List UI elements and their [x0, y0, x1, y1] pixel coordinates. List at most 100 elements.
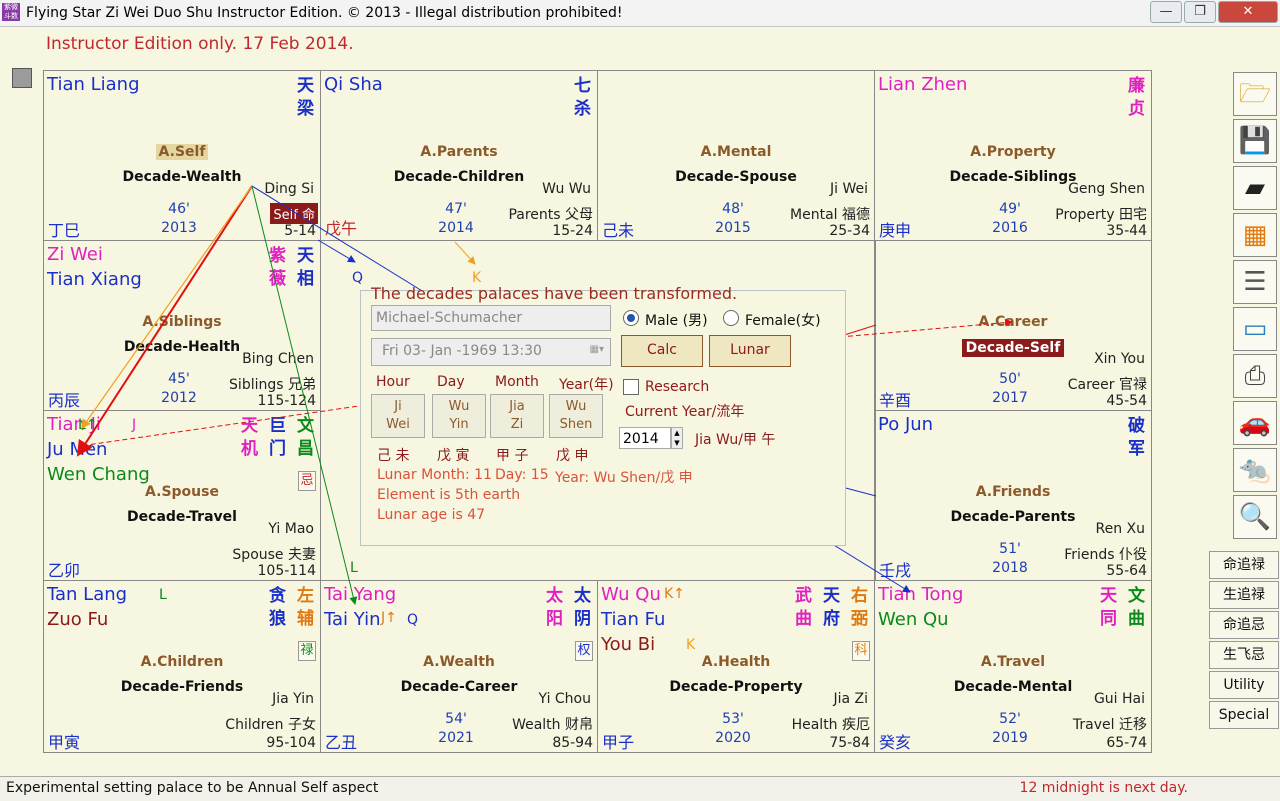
palace-shen[interactable]: Lian Zhen 廉贞 A.Property Decade-Siblings Geng…	[874, 70, 1152, 241]
element-info: Element is 5th earth	[377, 487, 521, 503]
side-button[interactable]: 命追忌	[1209, 611, 1279, 639]
transform-annotation: K↑	[664, 586, 685, 602]
research-checkbox[interactable]	[623, 379, 639, 395]
chart-toggle-button[interactable]	[12, 68, 32, 88]
decade-year: 2014	[438, 220, 474, 236]
palace-branch: 丁巳	[48, 221, 81, 240]
palace-branch: 丙辰	[48, 391, 81, 410]
transform-annotation: J	[132, 417, 137, 433]
side-button[interactable]: 生追禄	[1209, 581, 1279, 609]
transform-annotation: K	[686, 637, 696, 653]
star-chinese: 七杀	[574, 76, 591, 119]
star-name: Qi Sha	[324, 74, 383, 95]
palace-wei[interactable]: A.Mental Decade-Spouse Ji Wei Mental 福德 48' 2…	[597, 70, 875, 241]
decade-year: 2015	[715, 220, 751, 236]
palace-si[interactable]: Tian Liang 天梁 A.Self Decade-Wealth Ding Si 46…	[43, 70, 321, 241]
side-button[interactable]: 命追禄	[1209, 551, 1279, 579]
day-pillar-box: Wu Yin	[432, 394, 486, 438]
star-chinese: 右弼	[851, 586, 868, 629]
palace-yin[interactable]: Tan Lang Zuo Fu 贪狼 左辅 A.Children Decade-Frien…	[43, 580, 321, 753]
star-name: Lian Zhen	[878, 74, 968, 95]
palace-zi[interactable]: Wu Qu Tian Fu You Bi 武曲 天府 右弼 A.Health Decade-P…	[597, 580, 875, 753]
red-car-button[interactable]: 🚗	[1233, 401, 1277, 445]
floppy-disk-button[interactable]: 💾	[1233, 119, 1277, 163]
palace-branch: 癸亥	[879, 733, 912, 752]
eraser-button[interactable]: ▰	[1233, 166, 1277, 210]
current-year-input[interactable]: 2014	[619, 427, 671, 449]
decade-label: Decade-Mental	[953, 679, 1073, 695]
palace-chou[interactable]: Tai Yang Tai Yin 太阳 太阴 A.Wealth Decade-Career…	[320, 580, 598, 753]
palace-name: Siblings 兄弟	[229, 377, 316, 393]
star-name: Zi Wei	[47, 244, 103, 265]
stem-branch-pinyin: Bing Chen	[242, 351, 314, 367]
transform-annotation: Q	[407, 612, 419, 628]
male-radio[interactable]	[623, 310, 639, 326]
year-spinner[interactable]: ▲ ▼	[671, 427, 683, 449]
side-button[interactable]: Utility	[1209, 671, 1279, 699]
stem-branch-pinyin: Yi Mao	[268, 521, 314, 537]
dialog-title: The decades palaces have been transforme…	[371, 284, 738, 303]
palace-xu[interactable]: Po Jun 破军 A.Friends Decade-Parents Ren Xu Fri…	[874, 410, 1152, 581]
printer-button[interactable]: ⎙	[1233, 354, 1277, 398]
palace-name: Parents 父母	[508, 207, 593, 223]
flow-label-l: L	[350, 560, 358, 576]
side-button[interactable]: 生飞忌	[1209, 641, 1279, 669]
magnifier-button[interactable]: 🔍	[1233, 495, 1277, 539]
age-range: 15-24	[552, 223, 593, 239]
star-chinese: 天府	[823, 586, 840, 629]
birth-date-text: Fri 03- Jan -1969 13:30	[382, 343, 542, 359]
age-range: 85-94	[552, 735, 593, 751]
age-range: 5-14	[284, 223, 316, 239]
star-chinese: 太阴	[574, 586, 591, 629]
age-range: 25-34	[829, 223, 870, 239]
palace-mao[interactable]: Tian Ji Ju Men Wen Chang 天机 巨门 文昌 A.Spouse Deca…	[43, 410, 321, 581]
folder-icon: 🗁	[1238, 79, 1272, 109]
palace-wu[interactable]: Qi Sha 七杀 A.Parents Decade-Children Wu Wu Par…	[320, 70, 598, 241]
rat-button[interactable]: 🐀	[1233, 448, 1277, 492]
name-input[interactable]: Michael-Schumacher	[371, 305, 611, 331]
aspect-label: A.Self	[155, 144, 209, 160]
female-radio[interactable]	[723, 310, 739, 326]
star-name: Tian Tong	[878, 584, 964, 605]
stem-branch-pinyin: Jia Zi	[833, 691, 868, 707]
window-button[interactable]: ▭	[1233, 307, 1277, 351]
aspect-label: A.Career	[978, 314, 1048, 330]
stem-branch-pinyin: Ren Xu	[1095, 521, 1146, 537]
stem-branch-pinyin: Yi Chou	[538, 691, 591, 707]
lunar-button[interactable]: Lunar	[709, 335, 791, 367]
birth-date-picker[interactable]: Fri 03- Jan -1969 13:30 ▦▾	[371, 338, 611, 366]
palace-chen[interactable]: Zi Wei Tian Xiang 紫薇 天相 A.Siblings Decade-Hea…	[43, 240, 321, 411]
calendar-dropdown-icon[interactable]: ▦▾	[590, 344, 604, 355]
star-chinese: 文昌	[297, 416, 314, 459]
palace-you[interactable]: A.Career Decade-Self Xin You Career 官禄 50' 20…	[874, 240, 1152, 411]
aspect-label: A.Children	[140, 654, 224, 670]
minimize-button[interactable]: —	[1150, 1, 1182, 23]
app-icon: 紫微 斗数	[2, 3, 20, 21]
list-button[interactable]: ☰	[1233, 260, 1277, 304]
aspect-label: A.Wealth	[423, 654, 495, 670]
age-range: 105-114	[257, 563, 317, 579]
day-pillar-cn: 戊 寅	[437, 448, 470, 464]
calculator-button[interactable]: ▦	[1233, 213, 1277, 257]
stem-branch-pinyin: Wu Wu	[542, 181, 591, 197]
female-label: Female(女)	[745, 313, 821, 329]
edition-notice: Instructor Edition only. 17 Feb 2014.	[46, 34, 354, 54]
day-column-label: Day	[437, 374, 465, 390]
decade-label: Decade-Property	[669, 679, 803, 695]
hour-pillar-box: Ji Wei	[371, 394, 425, 438]
hour-pillar-cn: 己 未	[377, 448, 410, 464]
calc-button[interactable]: Calc	[621, 335, 703, 367]
folder-button[interactable]: 🗁	[1233, 72, 1277, 116]
palace-name: Friends 仆役	[1064, 547, 1147, 563]
palace-hai[interactable]: Tian Tong Wen Qu 天同 文曲 A.Travel Decade-Mental…	[874, 580, 1152, 753]
restore-button[interactable]: ❐	[1184, 1, 1216, 23]
aspect-label: A.Parents	[420, 144, 498, 160]
palace-branch: 戊午	[325, 219, 358, 238]
year-column-label: Year(年)	[559, 377, 614, 393]
close-button[interactable]: ✕	[1218, 1, 1278, 23]
decade-age: 46'	[168, 201, 190, 217]
red-car-icon: 🚗	[1238, 408, 1272, 438]
palace-branch: 乙丑	[325, 733, 358, 752]
side-button[interactable]: Special	[1209, 701, 1279, 729]
star-chinese: 紫薇	[269, 246, 286, 289]
